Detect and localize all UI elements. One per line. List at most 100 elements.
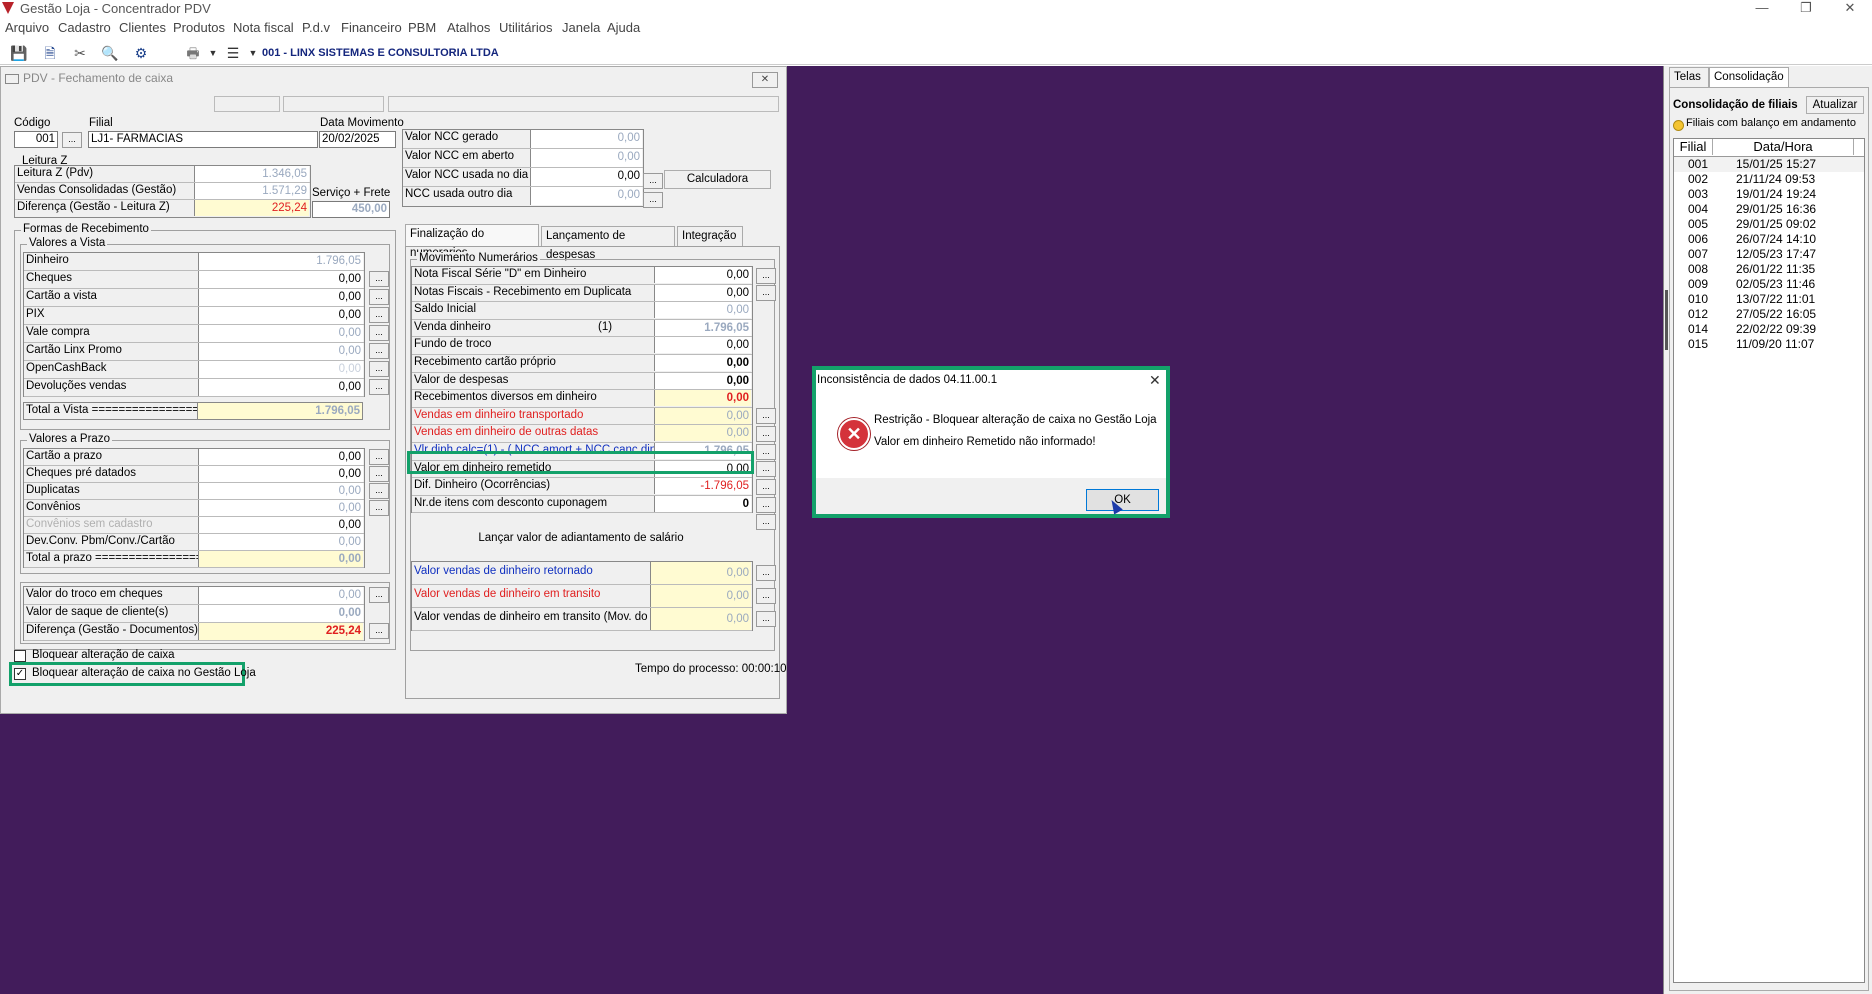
ncc-row: Valor NCC em aberto 0,00	[403, 149, 643, 168]
ncc-outro-dia-lookup-button[interactable]: ...	[643, 192, 663, 208]
convenios-lookup-button[interactable]: ...	[369, 500, 389, 516]
menu-pbm[interactable]: PBM	[408, 20, 436, 35]
cut-icon[interactable]: ✂	[70, 44, 90, 62]
data-movimento-field[interactable]: 20/02/2025	[319, 131, 396, 148]
pdv-close-button[interactable]: ✕	[752, 72, 778, 88]
cartao-linx-lookup-button[interactable]: ...	[369, 343, 389, 359]
nf-serie-d-lookup-button[interactable]: ...	[756, 268, 776, 284]
col-filial[interactable]: Filial	[1674, 139, 1713, 155]
table-row: Valor vendas de dinheiro retornado 0,00	[412, 562, 752, 585]
table-row[interactable]: 001 15/01/25 15:27	[1674, 157, 1864, 172]
retornado-lookup-button[interactable]: ...	[756, 565, 776, 581]
col-data-hora[interactable]: Data/Hora	[1713, 139, 1854, 155]
cheques-pre-lookup-button[interactable]: ...	[369, 466, 389, 482]
app-icon	[2, 2, 14, 14]
table-row[interactable]: 007 12/05/23 17:47	[1674, 247, 1864, 262]
leitura-row: Leitura Z (Pdv) 1.346,05	[15, 166, 310, 183]
new-document-icon[interactable]: 🗎	[40, 44, 60, 62]
table-row[interactable]: 008 26/01/22 11:35	[1674, 262, 1864, 277]
highlight-box	[407, 451, 754, 474]
dialog-close-icon[interactable]: ✕	[1149, 372, 1161, 389]
dinheiro-outras-datas-lookup-button[interactable]: ...	[756, 444, 776, 460]
table-row: Convênios 0,00	[24, 500, 364, 517]
print-dropdown-icon[interactable]: ▼	[203, 44, 223, 62]
dif-dinheiro-lookup-button[interactable]: ...	[756, 497, 776, 513]
table-row[interactable]: 002 21/11/24 09:53	[1674, 172, 1864, 187]
menu-utilitarios[interactable]: Utilitários	[499, 20, 552, 35]
filial-cell: 012	[1688, 307, 1709, 321]
table-row: Cheques 0,00	[24, 271, 364, 289]
tab-finalizacao[interactable]: Finalização do numerarios	[405, 224, 539, 259]
opencashback-lookup-button[interactable]: ...	[369, 361, 389, 377]
list-icon[interactable]: ☰	[223, 44, 243, 62]
tab-consolidacao[interactable]: Consolidação	[1709, 67, 1789, 87]
tab-telas[interactable]: Telas	[1669, 67, 1709, 87]
itens-cuponagem-lookup-button[interactable]: ...	[756, 514, 776, 530]
codigo-lookup-button[interactable]: ...	[62, 132, 82, 148]
ok-button[interactable]: OK	[1086, 489, 1159, 511]
recebimentos-diversos-lookup-button[interactable]: ...	[756, 408, 776, 424]
diferenca-lookup-button[interactable]: ...	[369, 623, 389, 639]
cheques-lookup-button[interactable]: ...	[369, 271, 389, 287]
tab-integracao[interactable]: Integração	[677, 226, 743, 246]
adiantamento-salario-button[interactable]: Lançar valor de adiantamento de salário	[411, 530, 751, 548]
menu-janela[interactable]: Janela	[562, 20, 600, 35]
row-label: Dinheiro	[26, 254, 69, 266]
filial-field[interactable]: LJ1- FARMACIAS	[88, 131, 318, 148]
fundo-troco-value: 0,00	[654, 337, 751, 354]
maximize-button[interactable]: ❐	[1786, 0, 1826, 16]
table-row[interactable]: 014 22/02/22 09:39	[1674, 322, 1864, 337]
menu-pdv[interactable]: P.d.v	[302, 20, 330, 35]
table-row[interactable]: 015 11/09/20 11:07	[1674, 337, 1864, 352]
table-row[interactable]: 010 13/07/22 11:01	[1674, 292, 1864, 307]
atualizar-button[interactable]: Atualizar	[1806, 96, 1864, 114]
tab-despesas[interactable]: Lançamento de despesas	[541, 226, 675, 261]
bloquear-caixa-checkbox[interactable]	[14, 650, 26, 662]
nf-duplicata-lookup-button[interactable]: ...	[756, 285, 776, 301]
print-icon[interactable]: 🖶	[183, 44, 203, 62]
vlr-dinh-calc-lookup-button[interactable]: ...	[756, 461, 776, 477]
transito-lookup-button[interactable]: ...	[756, 588, 776, 604]
table-row[interactable]: 009 02/05/23 11:46	[1674, 277, 1864, 292]
transito-dia-lookup-button[interactable]: ...	[756, 611, 776, 627]
row-label: OpenCashBack	[26, 362, 107, 374]
servico-frete-field[interactable]: 450,00	[312, 201, 390, 218]
menu-financeiro[interactable]: Financeiro	[341, 20, 402, 35]
save-icon[interactable]: 💾	[9, 44, 29, 62]
cartao-vista-lookup-button[interactable]: ...	[369, 289, 389, 305]
close-window-button[interactable]: ✕	[1830, 0, 1870, 16]
prazo-legend: Valores a Prazo	[27, 433, 112, 445]
ncc-row-label: Valor NCC gerado	[405, 131, 499, 143]
vale-compra-lookup-button[interactable]: ...	[369, 325, 389, 341]
menu-clientes[interactable]: Clientes	[119, 20, 166, 35]
settings-icon[interactable]: ⚙	[131, 44, 151, 62]
bloquear-gestao-checkbox[interactable]: ✓	[14, 668, 26, 680]
leitura-z-value: 1.346,05	[194, 166, 309, 182]
ncc-usada-dia-lookup-button[interactable]: ...	[643, 173, 663, 189]
table-row[interactable]: 005 29/01/25 09:02	[1674, 217, 1864, 232]
table-row[interactable]: 003 19/01/24 19:24	[1674, 187, 1864, 202]
devolucoes-lookup-button[interactable]: ...	[369, 379, 389, 395]
splitter-handle[interactable]	[1665, 290, 1668, 350]
calculadora-button[interactable]: Calculadora	[664, 170, 771, 189]
menu-ajuda[interactable]: Ajuda	[607, 20, 640, 35]
menu-produtos[interactable]: Produtos	[173, 20, 225, 35]
minimize-button[interactable]: —	[1742, 0, 1782, 16]
menu-nota-fiscal[interactable]: Nota fiscal	[233, 20, 294, 35]
company-label: 001 - LINX SISTEMAS E CONSULTORIA LTDA	[262, 47, 499, 59]
table-row[interactable]: 006 26/07/24 14:10	[1674, 232, 1864, 247]
remetido-lookup-button[interactable]: ...	[756, 479, 776, 495]
codigo-field[interactable]: 001	[14, 131, 58, 148]
table-row[interactable]: 004 29/01/25 16:36	[1674, 202, 1864, 217]
search-icon[interactable]: 🔍	[100, 44, 120, 62]
menu-arquivo[interactable]: Arquivo	[5, 20, 49, 35]
menu-cadastro[interactable]: Cadastro	[58, 20, 111, 35]
table-row[interactable]: 012 27/05/22 16:05	[1674, 307, 1864, 322]
dinheiro-transportado-lookup-button[interactable]: ...	[756, 426, 776, 442]
troco-cheques-lookup-button[interactable]: ...	[369, 587, 389, 603]
cartao-prazo-lookup-button[interactable]: ...	[369, 449, 389, 465]
menu-atalhos[interactable]: Atalhos	[447, 20, 490, 35]
list-dropdown-icon[interactable]: ▼	[243, 44, 263, 62]
pix-lookup-button[interactable]: ...	[369, 307, 389, 323]
duplicatas-lookup-button[interactable]: ...	[369, 483, 389, 499]
